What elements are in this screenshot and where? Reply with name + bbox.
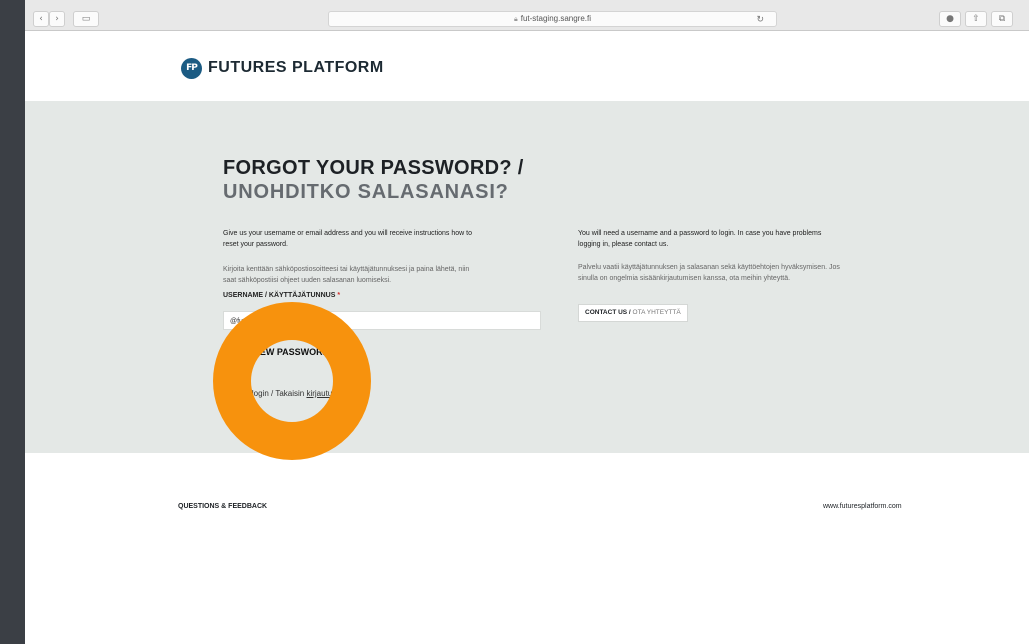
intro-fi-line-2: saat sähköpostiisi ohjeet uuden salasana… bbox=[223, 277, 392, 284]
page-title-fi: UNOHDITKO SALASANASI? bbox=[223, 181, 509, 203]
contact-us-label: CONTACT US / bbox=[585, 309, 633, 316]
logo-text[interactable]: FUTURES PLATFORM bbox=[208, 59, 384, 77]
address-bar[interactable]: 🔒︎ fut-staging.sangre.fi ↻ bbox=[328, 11, 777, 27]
back-icon[interactable]: ‹ bbox=[33, 11, 49, 27]
forward-icon[interactable]: › bbox=[49, 11, 65, 27]
info-en-line-2: logging in, please contact us. bbox=[578, 241, 669, 248]
share-icon[interactable]: ⇧ bbox=[965, 11, 987, 27]
reload-icon[interactable]: ↻ bbox=[756, 12, 764, 26]
orange-ring-overlay bbox=[213, 302, 371, 460]
forgot-password-section: FORGOT YOUR PASSWORD? / UNOHDITKO SALASA… bbox=[25, 101, 1029, 453]
logo-icon[interactable]: FP bbox=[181, 58, 202, 79]
contact-us-label-fi: OTA YHTEYTTÄ bbox=[632, 309, 681, 316]
site-header: FP FUTURES PLATFORM bbox=[25, 31, 1029, 101]
url-text: fut-staging.sangre.fi bbox=[520, 14, 591, 23]
website-link[interactable]: www.futuresplatform.com bbox=[823, 503, 902, 510]
username-field-label: USERNAME / KÄYTTÄJÄTUNNUS * bbox=[223, 292, 340, 299]
info-fi-line-1: Palvelu vaatii käyttäjätunnuksen ja sala… bbox=[578, 264, 840, 271]
info-icon[interactable]: ● bbox=[939, 11, 961, 27]
username-label-text: USERNAME / KÄYTTÄJÄTUNNUS bbox=[223, 292, 336, 299]
info-en-line-1: You will need a username and a password … bbox=[578, 230, 822, 237]
intro-en-line-1: Give us your username or email address a… bbox=[223, 230, 473, 237]
tabs-icon[interactable]: ⧉ bbox=[991, 11, 1013, 27]
questions-feedback-link[interactable]: QUESTIONS & FEEDBACK bbox=[178, 503, 267, 510]
contact-us-button[interactable]: CONTACT US / OTA YHTEYTTÄ bbox=[578, 304, 688, 322]
intro-fi-line-1: Kirjoita kenttään sähköpostiosoitteesi t… bbox=[223, 266, 470, 273]
browser-window: ‹ › ▭ 🔒︎ fut-staging.sangre.fi ↻ ● ⇧ ⧉ FP… bbox=[25, 0, 1029, 644]
intro-en-line-2: reset your password. bbox=[223, 241, 288, 248]
lock-icon: 🔒︎ bbox=[514, 16, 518, 23]
sidebar-icon[interactable]: ▭ bbox=[73, 11, 99, 27]
required-mark: * bbox=[337, 292, 341, 299]
browser-toolbar: ‹ › ▭ 🔒︎ fut-staging.sangre.fi ↻ ● ⇧ ⧉ bbox=[25, 0, 1029, 31]
page-title-en: FORGOT YOUR PASSWORD? / bbox=[223, 157, 524, 179]
info-fi-line-2: sinulla on ongelmia sisäänkirjautumisen … bbox=[578, 275, 791, 282]
